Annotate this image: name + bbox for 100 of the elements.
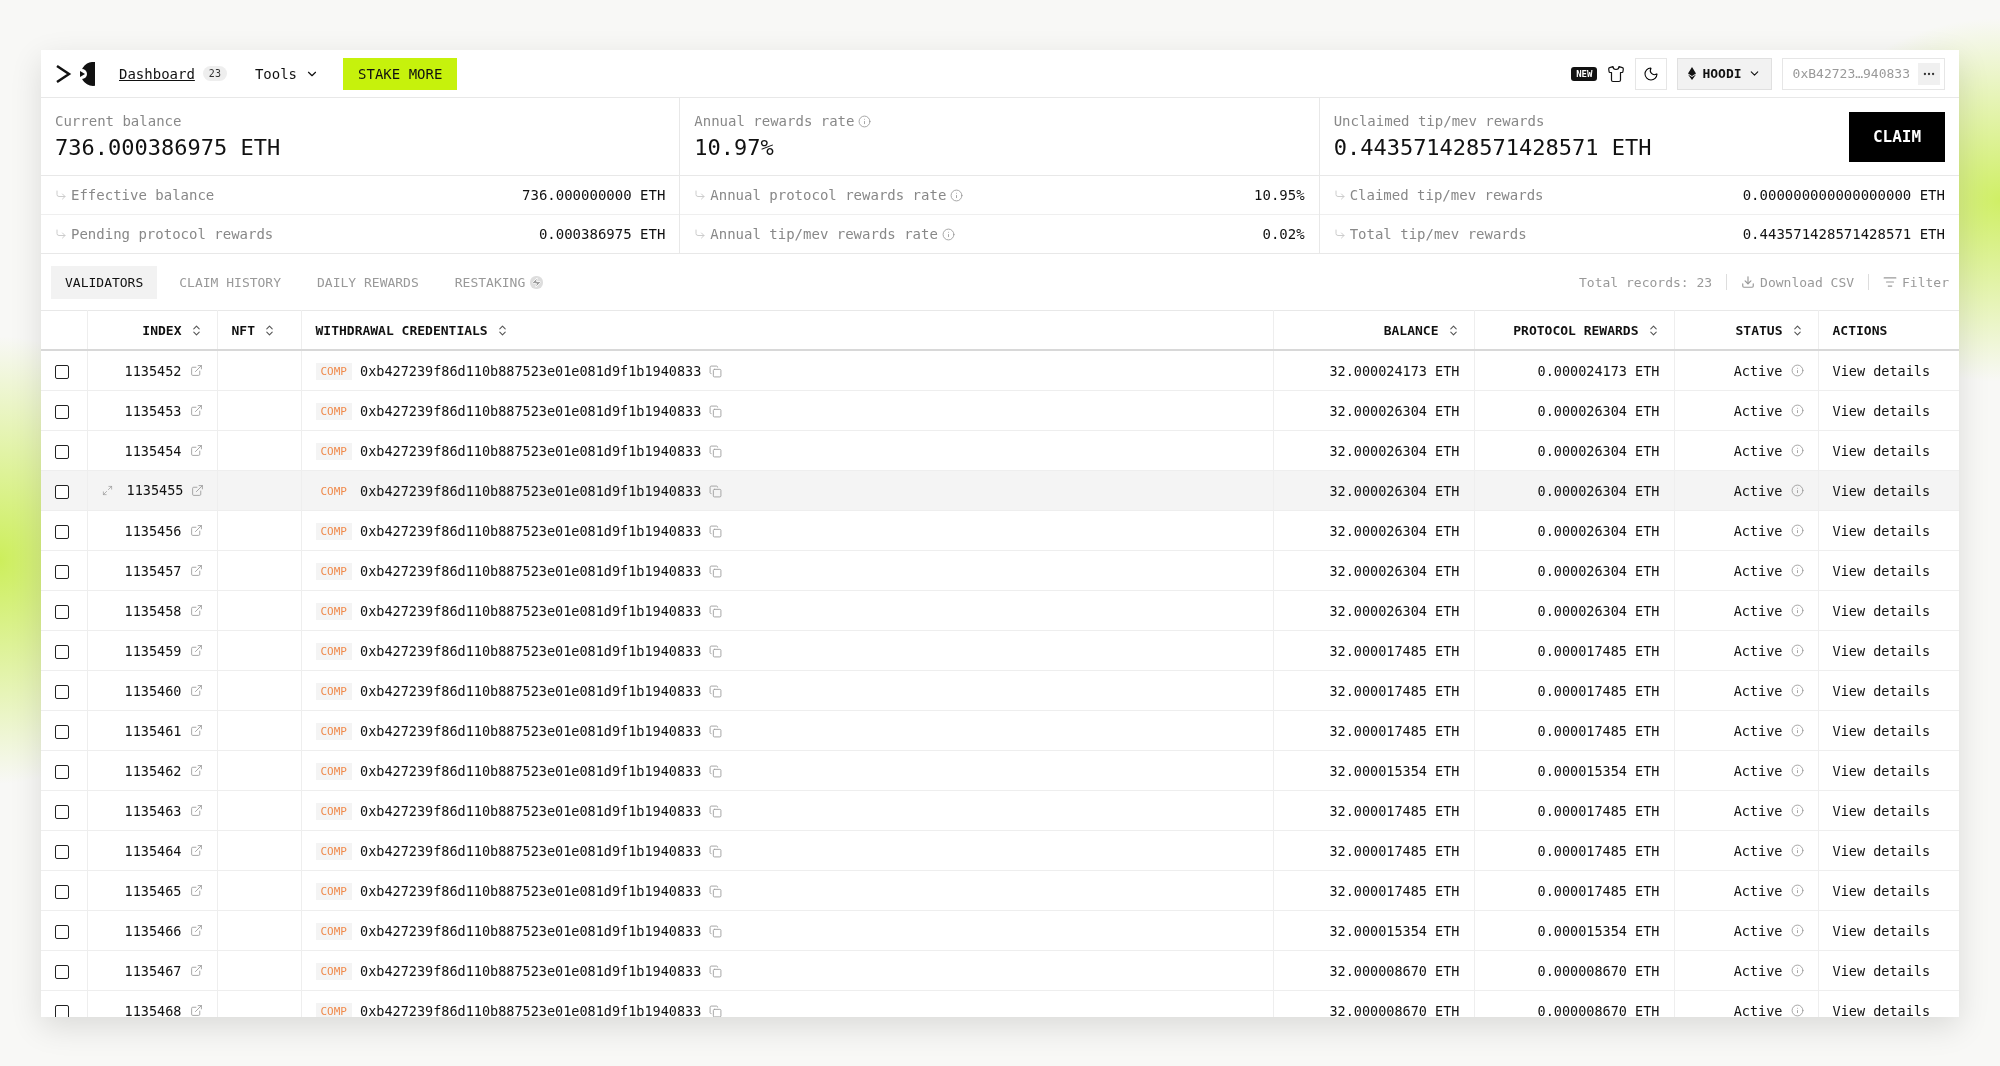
column-header[interactable]: INDEX	[142, 322, 203, 338]
view-details-link[interactable]: View details	[1832, 922, 1931, 939]
table-row[interactable]: 1135457 COMP 0xb427239f86d110b887523e01e081d9f1b1940833 32.000026304 ETH 0.000026304 ETH Active View details	[41, 550, 1959, 591]
external-link-icon[interactable]	[189, 604, 203, 617]
external-link-icon[interactable]	[189, 884, 203, 897]
column-header[interactable]: NFT	[231, 322, 276, 338]
table-row[interactable]: 1135455 COMP 0xb427239f86d110b887523e01e081d9f1b1940833 32.000026304 ETH 0.000026304 ETH Active View details	[41, 470, 1959, 511]
row-checkbox[interactable]	[55, 884, 69, 899]
column-header[interactable]: STATUS	[1735, 322, 1804, 338]
view-details-link[interactable]: View details	[1832, 482, 1931, 499]
view-details-link[interactable]: View details	[1832, 562, 1931, 579]
row-checkbox[interactable]	[55, 564, 69, 579]
external-link-icon[interactable]	[189, 1004, 203, 1017]
dashboard-link[interactable]: Dashboard	[119, 65, 195, 82]
copy-icon[interactable]	[709, 604, 723, 618]
external-link-icon[interactable]	[189, 524, 203, 537]
copy-icon[interactable]	[709, 924, 723, 938]
external-link-icon[interactable]	[189, 364, 203, 377]
table-row[interactable]: 1135462 COMP 0xb427239f86d110b887523e01e081d9f1b1940833 32.000015354 ETH 0.000015354 ETH Active View details	[41, 750, 1959, 791]
row-checkbox[interactable]	[55, 804, 69, 819]
view-details-link[interactable]: View details	[1832, 402, 1931, 419]
view-details-link[interactable]: View details	[1832, 722, 1931, 739]
table-row[interactable]: 1135466 COMP 0xb427239f86d110b887523e01e081d9f1b1940833 32.000015354 ETH 0.000015354 ETH Active View details	[41, 910, 1959, 951]
view-details-link[interactable]: View details	[1832, 762, 1931, 779]
view-details-link[interactable]: View details	[1832, 642, 1931, 659]
copy-icon[interactable]	[709, 644, 723, 658]
row-checkbox[interactable]	[55, 524, 69, 539]
copy-icon[interactable]	[709, 964, 723, 978]
external-link-icon[interactable]	[189, 924, 203, 937]
external-link-icon[interactable]	[189, 804, 203, 817]
view-details-link[interactable]: View details	[1832, 1002, 1931, 1017]
column-header[interactable]: WITHDRAWAL CREDENTIALS	[315, 322, 509, 338]
more-button[interactable]	[1918, 62, 1940, 85]
table-row[interactable]: 1135456 COMP 0xb427239f86d110b887523e01e081d9f1b1940833 32.000026304 ETH 0.000026304 ETH Active View details	[41, 510, 1959, 551]
table-row[interactable]: 1135459 COMP 0xb427239f86d110b887523e01e081d9f1b1940833 32.000017485 ETH 0.000017485 ETH Active View details	[41, 630, 1959, 671]
copy-icon[interactable]	[709, 764, 723, 778]
view-details-link[interactable]: View details	[1832, 602, 1931, 619]
view-details-link[interactable]: View details	[1832, 962, 1931, 979]
view-details-link[interactable]: View details	[1832, 682, 1931, 699]
table-row[interactable]: 1135453 COMP 0xb427239f86d110b887523e01e081d9f1b1940833 32.000026304 ETH 0.000026304 ETH Active View details	[41, 390, 1959, 431]
row-checkbox[interactable]	[55, 844, 69, 859]
row-checkbox[interactable]	[55, 1004, 69, 1017]
external-link-icon[interactable]	[189, 404, 203, 417]
table-row[interactable]: 1135458 COMP 0xb427239f86d110b887523e01e081d9f1b1940833 32.000026304 ETH 0.000026304 ETH Active View details	[41, 590, 1959, 631]
claim-button[interactable]: CLAIM	[1849, 111, 1945, 162]
external-link-icon[interactable]	[189, 564, 203, 577]
row-checkbox[interactable]	[55, 644, 69, 659]
view-details-link[interactable]: View details	[1832, 842, 1931, 859]
view-details-link[interactable]: View details	[1832, 522, 1931, 539]
external-link-icon[interactable]	[189, 844, 203, 857]
view-details-link[interactable]: View details	[1832, 882, 1931, 899]
table-row[interactable]: 1135464 COMP 0xb427239f86d110b887523e01e081d9f1b1940833 32.000017485 ETH 0.000017485 ETH Active View details	[41, 830, 1959, 871]
table-row[interactable]: 1135454 COMP 0xb427239f86d110b887523e01e081d9f1b1940833 32.000026304 ETH 0.000026304 ETH Active View details	[41, 430, 1959, 471]
stake-more-button[interactable]: STAKE MORE	[343, 57, 458, 90]
copy-icon[interactable]	[709, 484, 723, 498]
tools-menu[interactable]: Tools	[254, 65, 320, 82]
external-link-icon[interactable]	[189, 764, 203, 777]
copy-icon[interactable]	[709, 684, 723, 698]
row-checkbox[interactable]	[55, 604, 69, 619]
row-checkbox[interactable]	[55, 924, 69, 939]
sort-icon[interactable]	[263, 323, 276, 337]
tab[interactable]: VALIDATORS	[51, 265, 158, 299]
row-checkbox[interactable]	[55, 364, 69, 379]
copy-icon[interactable]	[709, 844, 723, 858]
shirt-icon[interactable]	[1607, 64, 1626, 83]
external-link-icon[interactable]	[189, 964, 203, 977]
copy-icon[interactable]	[709, 564, 723, 578]
copy-icon[interactable]	[709, 1004, 723, 1017]
copy-icon[interactable]	[709, 524, 723, 538]
network-selector[interactable]: HOODI	[1677, 57, 1772, 90]
row-checkbox[interactable]	[55, 964, 69, 979]
external-link-icon[interactable]	[191, 483, 205, 497]
copy-icon[interactable]	[709, 804, 723, 818]
table-row[interactable]: 1135465 COMP 0xb427239f86d110b887523e01e081d9f1b1940833 32.000017485 ETH 0.000017485 ETH Active View details	[41, 870, 1959, 911]
external-link-icon[interactable]	[189, 644, 203, 657]
column-header[interactable]: PROTOCOL REWARDS	[1513, 322, 1660, 338]
external-link-icon[interactable]	[189, 684, 203, 697]
row-checkbox[interactable]	[55, 404, 69, 419]
copy-icon[interactable]	[709, 404, 723, 418]
theme-toggle[interactable]	[1635, 57, 1668, 90]
view-details-link[interactable]: View details	[1832, 442, 1931, 459]
copy-icon[interactable]	[709, 444, 723, 458]
table-row[interactable]: 1135467 COMP 0xb427239f86d110b887523e01e081d9f1b1940833 32.000008670 ETH 0.000008670 ETH Active View details	[41, 950, 1959, 991]
row-checkbox[interactable]	[55, 444, 69, 459]
table-row[interactable]: 1135463 COMP 0xb427239f86d110b887523e01e081d9f1b1940833 32.000017485 ETH 0.000017485 ETH Active View details	[41, 790, 1959, 831]
table-row[interactable]: 1135452 COMP 0xb427239f86d110b887523e01e081d9f1b1940833 32.000024173 ETH 0.000024173 ETH Active View details	[41, 350, 1959, 391]
logo-icon[interactable]	[55, 61, 95, 86]
column-header[interactable]: BALANCE	[1383, 322, 1460, 338]
expand-icon[interactable]	[101, 484, 113, 496]
table-row[interactable]: 1135460 COMP 0xb427239f86d110b887523e01e081d9f1b1940833 32.000017485 ETH 0.000017485 ETH Active View details	[41, 670, 1959, 711]
view-details-link[interactable]: View details	[1832, 802, 1931, 819]
row-checkbox[interactable]	[55, 724, 69, 739]
view-details-link[interactable]: View details	[1832, 362, 1931, 379]
copy-icon[interactable]	[709, 884, 723, 898]
copy-icon[interactable]	[709, 724, 723, 738]
table-row[interactable]: 1135461 COMP 0xb427239f86d110b887523e01e081d9f1b1940833 32.000017485 ETH 0.000017485 ETH Active View details	[41, 710, 1959, 751]
external-link-icon[interactable]	[189, 724, 203, 737]
copy-icon[interactable]	[709, 364, 723, 378]
row-checkbox[interactable]	[55, 684, 69, 699]
row-checkbox[interactable]	[55, 484, 69, 499]
